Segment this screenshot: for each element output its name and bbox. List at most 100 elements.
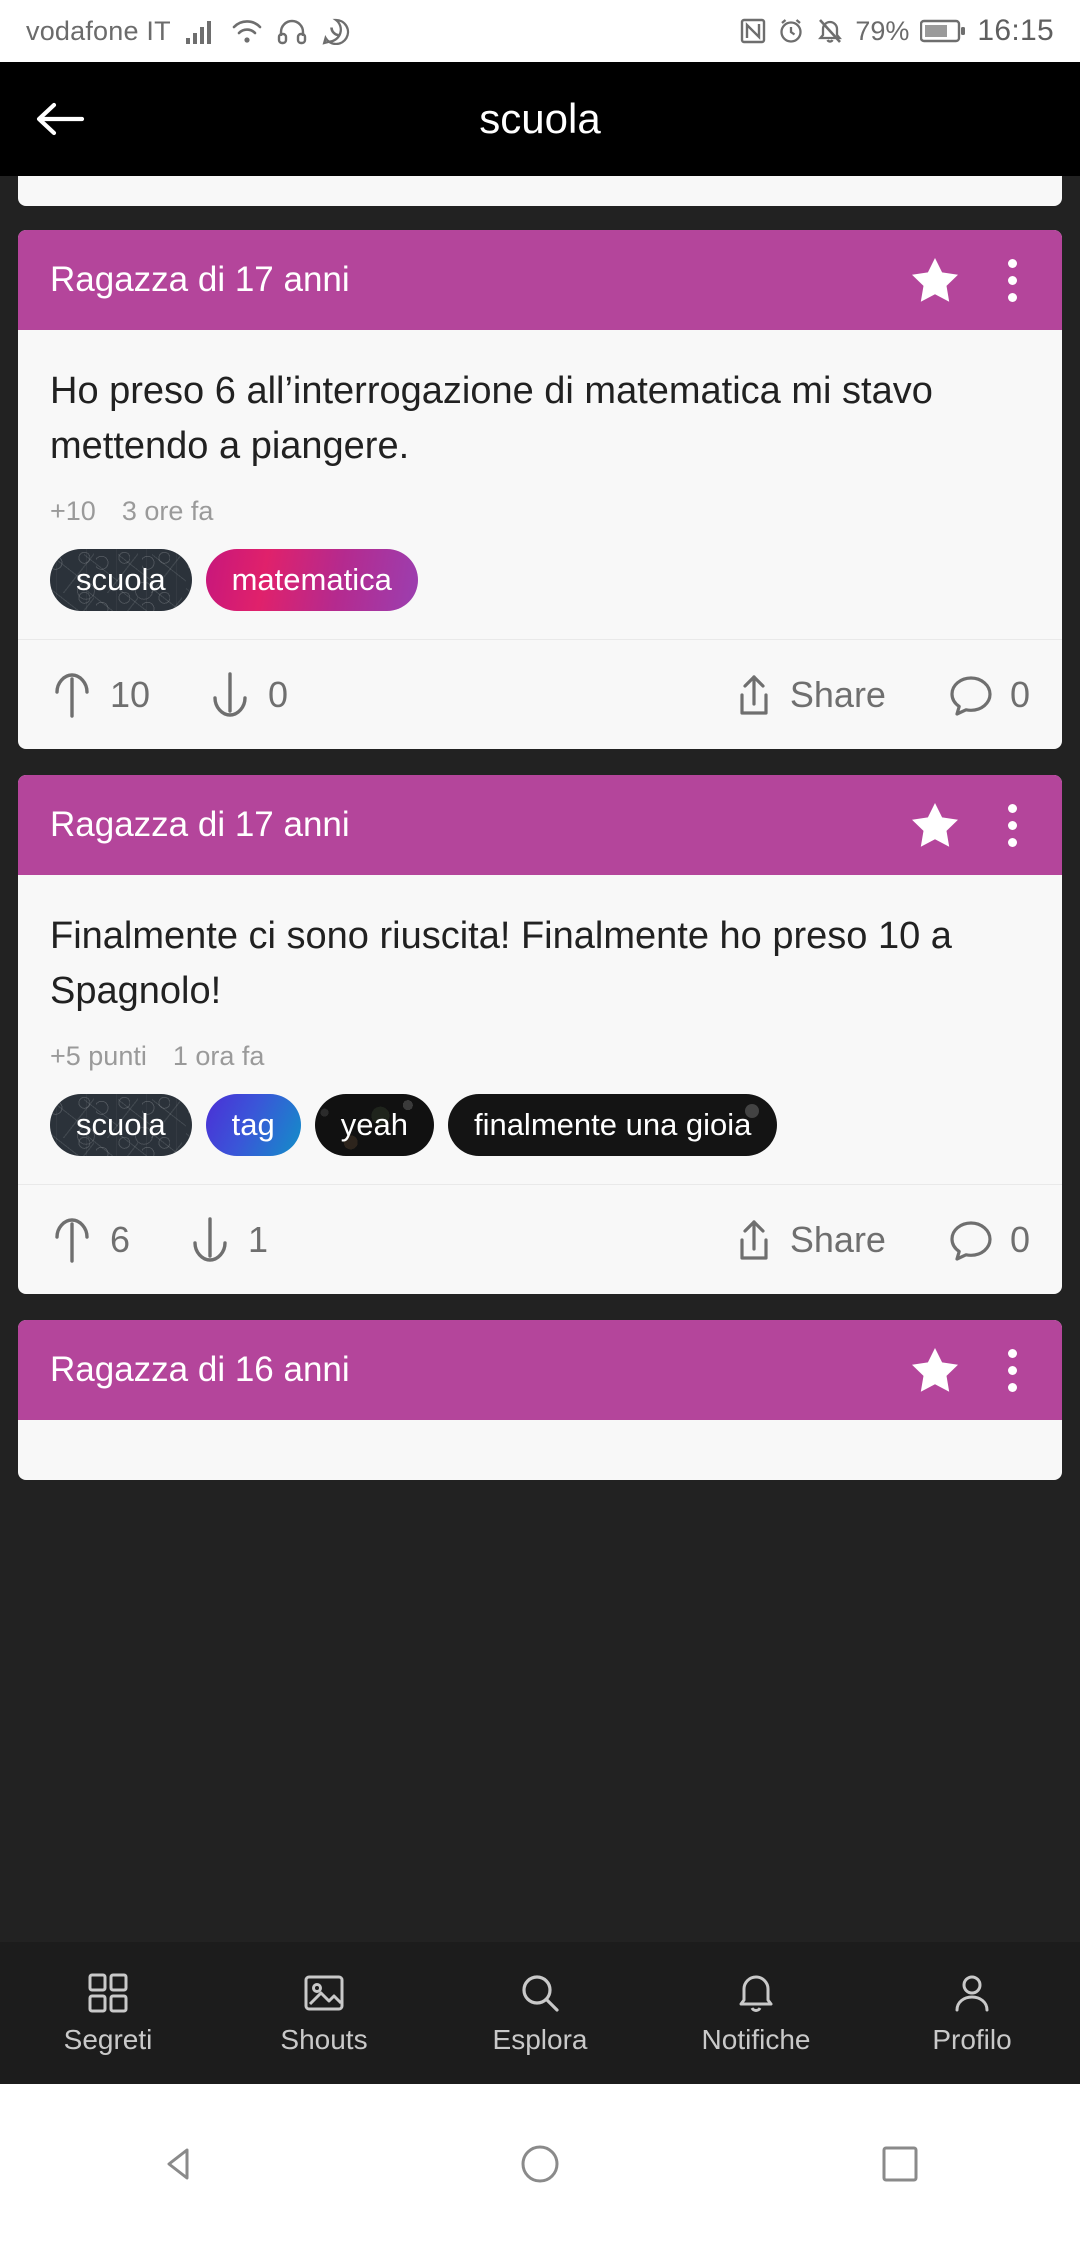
upvote-button[interactable]: 10 (50, 670, 150, 720)
post-menu-button[interactable] (994, 803, 1030, 847)
share-button[interactable]: Share (734, 1216, 886, 1264)
comment-bubble-icon (948, 1217, 994, 1263)
star-icon (910, 801, 960, 849)
post-author: Ragazza di 17 anni (50, 260, 350, 299)
battery-percent-label: 79% (855, 15, 910, 46)
post-feed[interactable]: Ragazza di 17 anni Ho preso 6 all’interr… (0, 176, 1080, 2084)
post-points: +10 (50, 496, 96, 527)
phone-screen: vodafone IT 79% 16:15 scuola Ragazza di … (0, 0, 1080, 2244)
post-card[interactable]: Ragazza di 17 anni Finalmente ci sono ri… (18, 775, 1062, 1295)
tag-chip[interactable]: yeah (314, 1094, 434, 1157)
nav-item-notifiche[interactable]: Notifiche (648, 1970, 864, 2056)
bottom-navigation: Segreti Shouts Esplora Notifiche Profilo (0, 1942, 1080, 2084)
post-header-actions (910, 256, 1030, 304)
tag-label: scuola (76, 562, 166, 598)
downvote-button[interactable]: 0 (208, 670, 288, 720)
menu-dot-icon (1007, 1348, 1017, 1358)
page-title: scuola (479, 95, 601, 142)
tag-chip[interactable]: scuola (50, 1094, 192, 1157)
menu-dot-icon (1007, 1365, 1017, 1375)
system-home-icon (513, 2137, 567, 2191)
nav-label: Segreti (63, 2024, 153, 2055)
favorite-button[interactable] (910, 801, 960, 849)
back-button[interactable] (0, 96, 120, 142)
status-bar: vodafone IT 79% 16:15 (0, 0, 1080, 62)
nav-label: Shouts (280, 2024, 368, 2055)
system-back-button[interactable] (90, 2137, 270, 2191)
nav-label: Notifiche (701, 2024, 811, 2055)
nav-item-segreti[interactable]: Segreti (0, 1970, 216, 2056)
app-bar: scuola (0, 62, 1080, 176)
partial-card-above (18, 176, 1062, 206)
post-tags: scuola matematica (50, 549, 1030, 639)
menu-dot-icon (1007, 292, 1017, 302)
favorite-button[interactable] (910, 1346, 960, 1394)
nav-item-shouts[interactable]: Shouts (216, 1970, 432, 2056)
upvote-count: 6 (110, 1218, 131, 1260)
post-points: +5 punti (50, 1041, 147, 1072)
image-icon (301, 1970, 347, 2016)
nav-label: Esplora (492, 2024, 588, 2055)
downvote-count: 0 (268, 673, 289, 715)
post-text: Ho preso 6 all’interrogazione di matemat… (50, 370, 933, 468)
nav-item-profilo[interactable]: Profilo (864, 1970, 1080, 2056)
tag-label: finalmente una gioia (473, 1107, 752, 1143)
share-icon (734, 671, 774, 719)
clock-label: 16:15 (977, 14, 1054, 47)
post-header: Ragazza di 16 anni (18, 1320, 1062, 1421)
post-card[interactable]: Ragazza di 16 anni (18, 1320, 1062, 1481)
menu-dot-icon (1007, 1382, 1017, 1392)
system-navigation-bar (0, 2084, 1080, 2244)
comment-button[interactable]: 0 (948, 672, 1030, 718)
bell-icon (733, 1970, 779, 2016)
status-bar-right: 79% 16:15 (740, 14, 1054, 48)
post-meta: +5 punti 1 ora fa (50, 1041, 1030, 1072)
star-icon (910, 256, 960, 304)
downvote-count: 1 (248, 1218, 269, 1260)
tag-label: tag (231, 1107, 275, 1143)
post-text: Finalmente ci sono riuscita! Finalmente … (50, 915, 952, 1013)
share-button[interactable]: Share (734, 671, 886, 719)
carrier-label: vodafone IT (26, 15, 171, 46)
person-icon (949, 1970, 995, 2016)
grid-icon (85, 1970, 131, 2016)
back-arrow-icon (32, 96, 88, 142)
search-icon (517, 1970, 563, 2016)
tag-chip[interactable]: scuola (50, 549, 192, 612)
menu-dot-icon (1007, 820, 1017, 830)
post-menu-button[interactable] (994, 258, 1030, 302)
share-label: Share (789, 673, 886, 715)
comment-bubble-icon (948, 672, 994, 718)
downvote-button[interactable]: 1 (188, 1215, 268, 1265)
post-menu-button[interactable] (994, 1348, 1030, 1392)
battery-icon (920, 18, 966, 44)
post-body: Finalmente ci sono riuscita! Finalmente … (18, 875, 1062, 1184)
system-recents-icon (873, 2137, 927, 2191)
nav-item-esplora[interactable]: Esplora (432, 1970, 648, 2056)
upvote-count: 10 (110, 673, 151, 715)
system-recents-button[interactable] (810, 2137, 990, 2191)
tag-chip[interactable]: matematica (205, 549, 418, 612)
favorite-button[interactable] (910, 256, 960, 304)
whatsapp-icon (321, 17, 351, 46)
signal-icon (185, 17, 217, 45)
comment-count: 0 (1009, 673, 1030, 715)
wifi-icon (231, 17, 263, 45)
tag-chip[interactable]: tag (205, 1094, 301, 1157)
nfc-icon (740, 17, 766, 45)
downvote-arrow-icon (188, 1215, 232, 1265)
tag-label: yeah (340, 1107, 408, 1143)
menu-dot-icon (1007, 803, 1017, 813)
comment-count: 0 (1009, 1218, 1030, 1260)
tag-label: scuola (76, 1107, 166, 1143)
share-label: Share (789, 1218, 886, 1260)
post-meta: +10 3 ore fa (50, 496, 1030, 527)
post-card[interactable]: Ragazza di 17 anni Ho preso 6 all’interr… (18, 230, 1062, 750)
post-actions: 6 1 Share 0 (18, 1184, 1062, 1294)
tag-chip[interactable]: finalmente una gioia (447, 1094, 778, 1157)
upvote-arrow-icon (50, 670, 94, 720)
upvote-button[interactable]: 6 (50, 1215, 130, 1265)
comment-button[interactable]: 0 (948, 1217, 1030, 1263)
system-home-button[interactable] (450, 2137, 630, 2191)
alarm-icon (777, 17, 805, 45)
